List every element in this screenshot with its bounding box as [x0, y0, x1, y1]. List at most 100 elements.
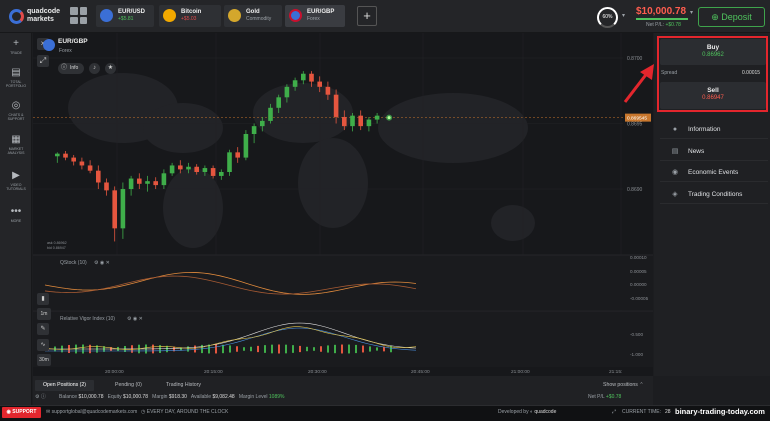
time-tick-label: 20:30:00 — [308, 369, 327, 375]
tab-eur-usd[interactable]: EUR/USD +$5.81 — [96, 5, 154, 27]
show-positions-label: Show positions — [603, 382, 638, 388]
menu-news[interactable]: ▤ News — [660, 143, 768, 161]
candle-body — [210, 168, 216, 176]
news-icon: ▤ — [671, 148, 679, 155]
time-tick-label: 20:45:00 — [411, 369, 430, 375]
menu-economic-events[interactable]: ◉ Economic Events — [660, 164, 768, 182]
chart-type-icon[interactable]: ▮ — [37, 293, 49, 305]
last-price-dot — [387, 116, 391, 120]
sidebar-item-analysis[interactable]: ▦ MARKET ANALYSIS — [0, 134, 32, 155]
rvi-bar — [285, 344, 287, 354]
candle-body — [317, 81, 322, 87]
candle-body — [284, 86, 290, 98]
info-button[interactable]: ⓘ Info — [58, 63, 84, 74]
chat-icon: ◎ — [11, 100, 21, 111]
candle-body — [276, 97, 281, 108]
alert-bell-icon[interactable]: ♪ — [89, 63, 100, 74]
balance[interactable]: $10,000.78 — [636, 6, 686, 17]
price-tick-label: 0.8690 — [627, 187, 643, 193]
candle-body — [358, 115, 363, 127]
quadcode-icon: ◐ — [529, 409, 533, 415]
rvi-bar — [313, 347, 315, 351]
add-tab-button[interactable]: + — [357, 6, 377, 26]
candle-body — [268, 107, 273, 121]
bid-label: bid 0.86947 — [47, 246, 66, 250]
support-email[interactable]: ✉ supportglobal@quadcodemarkets.com — [46, 407, 137, 418]
price-chart[interactable]: 0.87000.86950.86900.86954520:00:00 20:15:… — [33, 33, 653, 376]
chart-area[interactable]: 0.8700 0.8695 0.8690 0.869545 20:00:00 20:15:… — [33, 33, 653, 376]
candle-body — [96, 170, 101, 183]
tab-trading-history[interactable]: Trading History — [166, 380, 201, 391]
time-tick-label: 20:15:00 — [204, 369, 223, 375]
candle-body — [350, 115, 355, 127]
logo[interactable]: quadcode markets — [27, 8, 60, 24]
gold-icon — [228, 9, 241, 22]
rvi-bar — [327, 345, 329, 353]
sidebar-label: VIDEO TUTORIALS — [6, 183, 26, 191]
zoom-button[interactable]: 30m — [37, 354, 51, 366]
rvi-bar — [257, 345, 259, 353]
deposit-icon: ⊕ — [711, 12, 722, 22]
timeframe-button[interactable]: 1m — [37, 308, 51, 320]
available-label: Available — [190, 394, 212, 400]
eur-gbp-flag-icon — [289, 9, 302, 22]
tab-open-positions[interactable]: Open Positions (2) — [35, 380, 94, 391]
rvi-bar — [222, 344, 224, 354]
net-pl-label: Net P/L — [646, 22, 663, 28]
rvi-bar — [215, 344, 217, 354]
equity-label: Equity — [107, 394, 122, 400]
candle-body — [374, 115, 380, 120]
candle-body — [186, 166, 191, 170]
chevron-down-icon[interactable]: ▾ — [622, 12, 625, 19]
favorite-star-icon[interactable]: ★ — [105, 63, 116, 74]
margin-level-value: 1089% — [268, 394, 285, 400]
tab-gold[interactable]: Gold Commodity — [224, 5, 282, 27]
candle-body — [87, 165, 93, 171]
rvi-bar — [306, 346, 308, 352]
eur-usd-flag-icon — [100, 9, 113, 22]
sidebar-item-trade[interactable]: + TRADE — [0, 38, 32, 55]
candle-body — [55, 153, 60, 157]
settings-icon[interactable]: ⚙ ⓘ — [35, 392, 46, 402]
net-pl-value: +$0.78 — [665, 22, 681, 28]
candle-body — [235, 152, 240, 158]
pencil-icon[interactable]: ✎ — [37, 323, 49, 335]
rvi-bar — [362, 345, 364, 353]
tab-name: Gold — [246, 9, 260, 15]
sentiment-gauge[interactable]: 60% — [597, 7, 618, 28]
grid-cell — [70, 7, 78, 15]
menu-information[interactable]: ● Information — [660, 121, 768, 139]
balance-chevron-icon[interactable]: ▾ — [690, 9, 693, 16]
candle-body — [194, 166, 199, 172]
deposit-label: Deposit — [721, 12, 752, 22]
equity-value: $10,000.78 — [122, 394, 148, 400]
deposit-button[interactable]: ⊕ Deposit — [698, 7, 765, 27]
draw-tool-icon[interactable]: ⤢ — [37, 55, 49, 67]
rvi-bar — [320, 346, 322, 352]
support-button[interactable]: ◉ SUPPORT — [2, 407, 41, 418]
footer-tagline: ◷ EVERY DAY, AROUND THE CLOCK — [141, 407, 228, 418]
show-positions-button[interactable]: Show positions ⌃ — [603, 380, 644, 391]
tab-category: Forex — [307, 16, 320, 22]
watermark: binary-trading-today.com — [675, 407, 765, 416]
fullscreen-icon[interactable]: ⤢ — [612, 407, 616, 418]
tab-pending[interactable]: Pending (0) — [115, 380, 142, 391]
menu-trading-conditions[interactable]: ◈ Trading Conditions — [660, 186, 768, 204]
sidebar-item-video[interactable]: ▶ VIDEO TUTORIALS — [0, 170, 32, 191]
world-map-shape — [163, 168, 223, 248]
asset-grid-button[interactable] — [70, 7, 87, 24]
net-pl: Net P/L: +$0.78 — [646, 22, 681, 28]
rvi-bar — [278, 344, 280, 354]
sidebar-item-more[interactable]: ••• MORE — [0, 206, 32, 223]
dev-brand: quadcode — [534, 409, 557, 415]
indicator-icon[interactable]: ∿ — [37, 339, 49, 351]
tab-bitcoin[interactable]: Bitcoin +$5.03 — [159, 5, 221, 27]
tab-eur-gbp[interactable]: EUR/GBP Forex — [285, 5, 345, 27]
candle-body — [178, 165, 183, 170]
rvi-bar — [292, 345, 294, 353]
sidebar-item-portfolio[interactable]: ▤ TOTAL PORTFOLIO — [0, 67, 32, 88]
tab-category: Commodity — [246, 16, 272, 22]
sidebar-item-chats[interactable]: ◎ CHATS & SUPPORT — [0, 100, 32, 121]
conditions-icon: ◈ — [672, 191, 678, 198]
tab-profit: +$5.81 — [118, 16, 134, 22]
